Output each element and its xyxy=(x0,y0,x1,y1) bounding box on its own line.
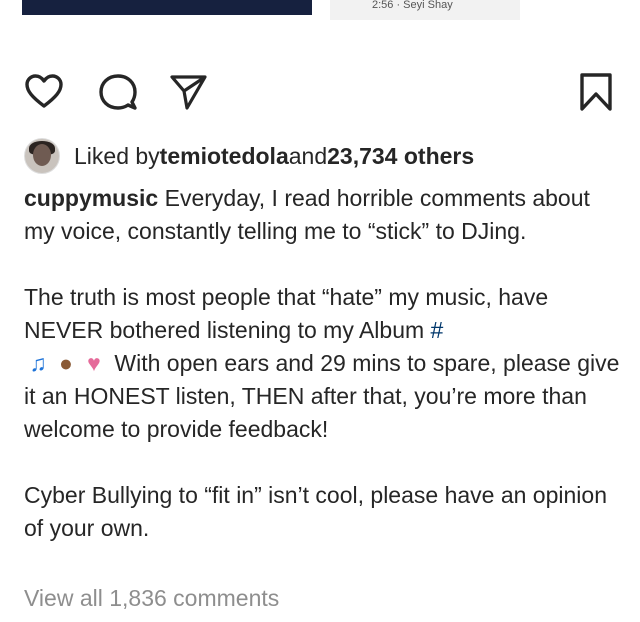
caption-paragraph-3: Cyber Bullying to “fit in” isn’t cool, p… xyxy=(24,482,607,541)
caption-text-2a: The truth is most people that “hate” my … xyxy=(24,284,549,310)
view-all-comments-link[interactable]: View all 1,836 comments xyxy=(24,585,279,612)
comment-button[interactable] xyxy=(96,70,140,114)
share-button[interactable] xyxy=(166,70,210,114)
liker-username[interactable]: temiotedola xyxy=(160,143,289,170)
caption-text-2b: NEVER bothered listening to my Album xyxy=(24,317,431,343)
liker-avatar[interactable] xyxy=(24,138,60,174)
likes-middle: and xyxy=(288,142,328,169)
media-track-caption: 2:56 · Seyi Shay xyxy=(372,0,453,11)
ear-emoji-icon: ● xyxy=(59,350,73,376)
heart-icon xyxy=(25,74,63,108)
like-button[interactable] xyxy=(22,70,66,114)
save-button[interactable] xyxy=(574,70,618,114)
caption-author[interactable]: cuppymusic xyxy=(24,185,158,211)
post-caption: cuppymusic Everyday, I read horrible com… xyxy=(24,182,624,545)
likes-prefix: Liked by xyxy=(74,142,160,169)
caption-paragraph-1: cuppymusic Everyday, I read horrible com… xyxy=(24,182,624,248)
cupcake-emoji-icon: ♥ xyxy=(87,350,101,376)
caption-text-2c: With open ears and 29 mins to spare, ple… xyxy=(24,350,620,442)
likes-count[interactable]: 23,734 others xyxy=(327,143,474,170)
paper-plane-icon xyxy=(170,75,207,110)
caption-paragraph-2: The truth is most people that “hate” my … xyxy=(24,281,624,446)
post-action-bar xyxy=(0,70,640,120)
caption-hashtag[interactable]: # xyxy=(431,317,444,343)
likes-summary: Liked by temiotedola and 23,734 others xyxy=(24,138,474,174)
bookmark-icon xyxy=(580,73,612,111)
avatar-face xyxy=(33,144,51,166)
comment-bubble-icon xyxy=(99,74,137,110)
post-media-strip[interactable]: 2:56 · Seyi Shay xyxy=(0,0,640,20)
music-note-emoji-icon: ♫ xyxy=(29,350,47,376)
post-media-image[interactable] xyxy=(22,0,312,15)
